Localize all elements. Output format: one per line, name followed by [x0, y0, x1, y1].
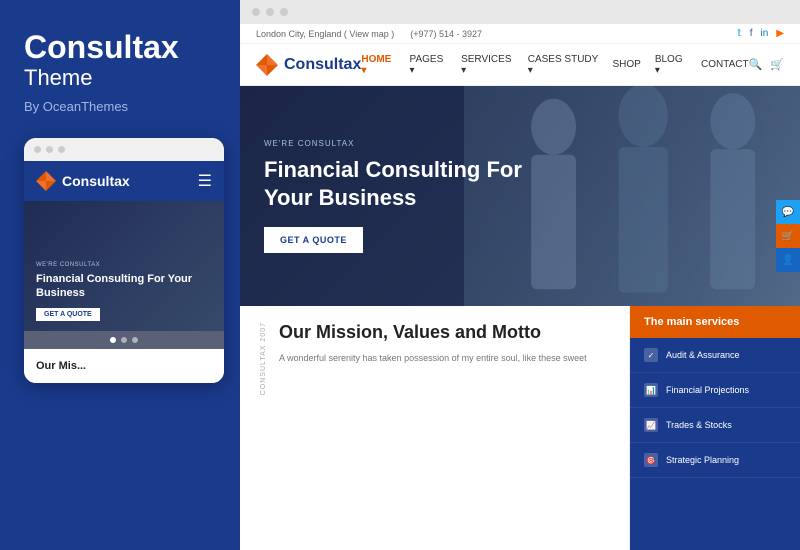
- strategic-icon: 🎯: [644, 453, 658, 467]
- browser-dot-1: [252, 8, 260, 16]
- browser-dot-2: [266, 8, 274, 16]
- info-bar: London City, England ( View map ) (+977)…: [240, 24, 800, 44]
- brand-by: By OceanThemes: [24, 99, 216, 114]
- service-item-trades[interactable]: 📈 Trades & Stocks: [630, 408, 800, 443]
- mission-title: Our Mission, Values and Motto: [279, 322, 587, 344]
- financial-icon: 📊: [644, 383, 658, 397]
- desktop-logo-text: Consultax: [284, 56, 361, 74]
- hero-section: WE'RE CONSULTAX Financial Consulting For…: [240, 86, 800, 306]
- desktop-logo-icon: [256, 54, 278, 76]
- brand-subtitle: Theme: [24, 65, 216, 91]
- nav-shop[interactable]: SHOP: [612, 59, 640, 70]
- search-nav-icon[interactable]: 🔍: [749, 58, 763, 71]
- social-icons: 𝕥 f in ▶: [737, 28, 784, 39]
- phone-text: (+977) 514 - 3927: [410, 29, 482, 39]
- service-item-financial[interactable]: 📊 Financial Projections: [630, 373, 800, 408]
- slide-dot-3: [132, 337, 138, 343]
- facebook-icon[interactable]: f: [750, 28, 753, 39]
- hamburger-icon[interactable]: ☰: [198, 171, 212, 191]
- mobile-hero-tag: WE'RE CONSULTAX: [36, 262, 212, 268]
- mobile-hero-overlay: WE'RE CONSULTAX Financial Consulting For…: [24, 201, 224, 331]
- left-panel: Consultax Theme By OceanThemes Consultax…: [0, 0, 240, 550]
- service-label-trades: Trades & Stocks: [666, 420, 732, 430]
- desktop-nav: Consultax HOME ▾ PAGES ▾ SERVICES ▾ CASE…: [240, 44, 800, 86]
- mobile-hero: WE'RE CONSULTAX Financial Consulting For…: [24, 201, 224, 331]
- mobile-slide-dots: [24, 331, 224, 349]
- services-header-label: The main services: [644, 316, 739, 328]
- mobile-get-quote-button[interactable]: GET A QUOTE: [36, 308, 100, 321]
- browser-dot-3: [280, 8, 288, 16]
- mobile-dot-1: [34, 146, 41, 153]
- slide-dot-1: [110, 337, 116, 343]
- right-panel: London City, England ( View map ) (+977)…: [240, 0, 800, 550]
- service-item-audit[interactable]: ✓ Audit & Assurance: [630, 338, 800, 373]
- mobile-dot-2: [46, 146, 53, 153]
- mobile-logo-icon: [36, 171, 56, 191]
- info-bar-left: London City, England ( View map ) (+977)…: [256, 29, 482, 39]
- consultax-side-label: CONSULTAX 2007: [260, 322, 267, 395]
- slide-dot-2: [121, 337, 127, 343]
- main-content: CONSULTAX 2007 Our Mission, Values and M…: [240, 306, 630, 550]
- mobile-section-title: Our Mis...: [36, 359, 212, 373]
- nav-pages[interactable]: PAGES ▾: [410, 54, 448, 76]
- cart-nav-icon[interactable]: 🛒: [770, 58, 784, 71]
- service-label-audit: Audit & Assurance: [666, 350, 740, 360]
- nav-action-icons: 🔍 🛒: [749, 58, 784, 71]
- mobile-dot-3: [58, 146, 65, 153]
- browser-chrome: [240, 0, 800, 24]
- rss-icon[interactable]: ▶: [776, 28, 784, 39]
- hero-content: WE'RE CONSULTAX Financial Consulting For…: [264, 86, 524, 306]
- mobile-browser-chrome: [24, 138, 224, 161]
- nav-home[interactable]: HOME ▾: [361, 54, 395, 76]
- mobile-logo: Consultax: [36, 171, 130, 191]
- brand-title: Consultax: [24, 30, 216, 65]
- nav-cases[interactable]: CASES STUDY ▾: [528, 54, 599, 76]
- service-item-strategic[interactable]: 🎯 Strategic Planning: [630, 443, 800, 478]
- mobile-logo-text: Consultax: [62, 173, 130, 189]
- nav-blog[interactable]: BLOG ▾: [655, 54, 687, 76]
- services-list: ✓ Audit & Assurance 📊 Financial Projecti…: [630, 338, 800, 550]
- mobile-hero-title: Financial Consulting For Your Business: [36, 272, 212, 301]
- nav-contact[interactable]: CONTACT: [701, 59, 749, 70]
- mission-text: A wonderful serenity has taken possessio…: [279, 352, 587, 366]
- mobile-nav: Consultax ☰: [24, 161, 224, 201]
- service-label-financial: Financial Projections: [666, 385, 749, 395]
- hero-tag: WE'RE CONSULTAX: [264, 139, 524, 148]
- hero-title: Financial Consulting For Your Business: [264, 156, 524, 211]
- mobile-mission-section: Our Mis...: [24, 349, 224, 383]
- linkedin-icon[interactable]: in: [761, 28, 769, 39]
- service-label-strategic: Strategic Planning: [666, 455, 739, 465]
- nav-services[interactable]: SERVICES ▾: [461, 54, 514, 76]
- audit-icon: ✓: [644, 348, 658, 362]
- services-header: The main services: [630, 306, 800, 338]
- get-quote-button[interactable]: GET A QUOTE: [264, 227, 363, 253]
- bottom-area: CONSULTAX 2007 Our Mission, Values and M…: [240, 306, 800, 550]
- twitter-icon[interactable]: 𝕥: [737, 28, 742, 39]
- desktop-logo: Consultax: [256, 54, 361, 76]
- trades-icon: 📈: [644, 418, 658, 432]
- nav-links: HOME ▾ PAGES ▾ SERVICES ▾ CASES STUDY ▾ …: [361, 54, 748, 76]
- right-sidebar: The main services ✓ Audit & Assurance 📊 …: [630, 306, 800, 550]
- mobile-mockup: Consultax ☰ WE'RE CONSULTAX Financial Co…: [24, 138, 224, 383]
- location-text: London City, England ( View map ): [256, 29, 394, 39]
